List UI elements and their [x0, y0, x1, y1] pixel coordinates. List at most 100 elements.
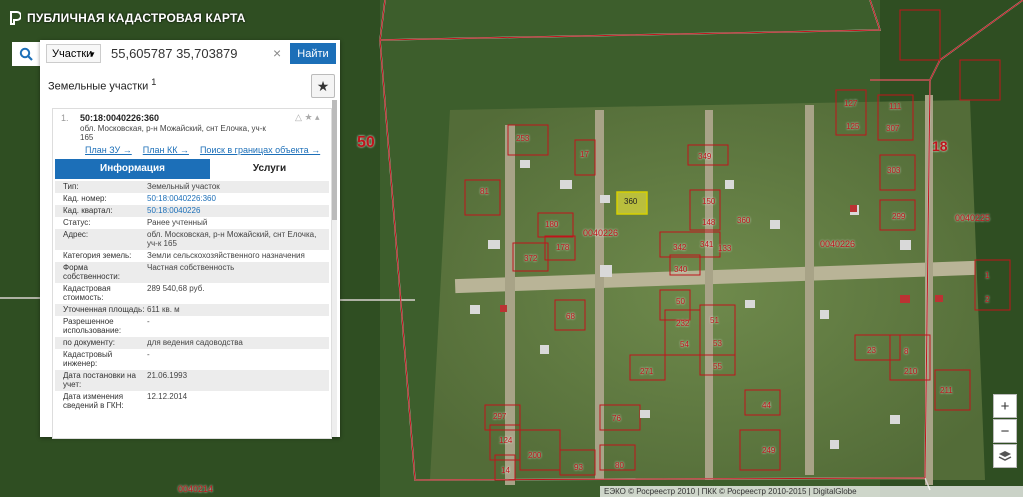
- parcel-number-label[interactable]: 54: [680, 340, 689, 349]
- attribute-value: -: [147, 317, 150, 326]
- section-count: 1: [151, 77, 157, 87]
- parcel-number-label[interactable]: 340: [674, 265, 687, 274]
- more-icon[interactable]: ▴: [315, 112, 320, 122]
- parcel-number-label[interactable]: 53: [713, 339, 722, 348]
- parcel-number-label[interactable]: 297: [493, 412, 506, 421]
- search-in-bounds-link[interactable]: Поиск в границах объекта →: [200, 145, 320, 155]
- favorites-button[interactable]: ★: [311, 74, 335, 98]
- attribute-value: для ведения садоводства: [147, 338, 243, 347]
- zoom-in-button[interactable]: +: [993, 394, 1017, 418]
- parcel-number-label[interactable]: 127: [844, 99, 857, 108]
- logo-icon: [10, 11, 21, 25]
- parcel-number-label[interactable]: 80: [615, 461, 624, 470]
- result-index: 1.: [61, 113, 69, 123]
- parcel-number-label[interactable]: 17: [580, 150, 589, 159]
- parcel-number-label[interactable]: 271: [640, 367, 653, 376]
- attribute-row: Форма собственности: Частная собственност…: [55, 262, 329, 283]
- star-icon[interactable]: ★: [304, 112, 312, 122]
- parcel-number-label[interactable]: 50: [676, 297, 685, 306]
- attribute-key: Статус:: [63, 218, 91, 227]
- parcel-number-label[interactable]: 44: [762, 401, 771, 410]
- parcel-number-label[interactable]: 178: [556, 243, 569, 252]
- attribute-value: Земли сельскохозяйственного назначения: [147, 251, 305, 260]
- search-type-label: Участки: [52, 48, 93, 60]
- parcel-number-label[interactable]: 2: [985, 295, 989, 304]
- attribute-value: Земельный участок: [147, 182, 220, 191]
- parcel-number-label[interactable]: 360: [737, 216, 750, 225]
- parcel-number-label[interactable]: 341: [700, 240, 713, 249]
- selected-parcel-label[interactable]: 360: [624, 197, 637, 206]
- parcel-number-label[interactable]: 303: [887, 166, 900, 175]
- attribute-value: Частная собственность: [147, 263, 235, 272]
- layers-button[interactable]: [993, 444, 1017, 468]
- parcel-number-label[interactable]: 210: [904, 367, 917, 376]
- parcel-number-label[interactable]: 299: [892, 212, 905, 221]
- parcel-number-label[interactable]: 133: [718, 244, 731, 253]
- parcel-number-label[interactable]: 55: [713, 362, 722, 371]
- attribute-row: Дата изменения сведений в ГКН: 12.12.2014: [55, 391, 329, 412]
- attribute-key: Уточненная площадь:: [63, 305, 145, 314]
- parcel-number-label[interactable]: 148: [702, 218, 715, 227]
- tab-services[interactable]: Услуги: [210, 159, 329, 179]
- parcel-number-label[interactable]: 1: [985, 271, 989, 280]
- panel-scrollbar[interactable]: [332, 100, 337, 437]
- attribute-row: Адрес: обл. Московская, р-н Можайский, сн…: [55, 229, 329, 250]
- parcel-number-label[interactable]: 81: [480, 187, 489, 196]
- zoom-out-button[interactable]: −: [993, 419, 1017, 443]
- quarter-label: 0040226: [820, 239, 856, 249]
- attribute-value[interactable]: 50:18:0040226:360: [147, 194, 329, 203]
- attribute-key: Форма собственности:: [63, 263, 120, 281]
- result-card[interactable]: 1. 50:18:0040226:360 обл. Московская, р-…: [52, 108, 332, 439]
- plan-kk-link[interactable]: План КК →: [143, 145, 189, 155]
- parcel-number-label[interactable]: 211: [940, 386, 953, 395]
- parcel-number-label[interactable]: 180: [545, 220, 558, 229]
- attribute-value: -: [147, 350, 150, 359]
- parcel-number-label[interactable]: 342: [673, 243, 686, 252]
- scrollbar-thumb[interactable]: [332, 100, 337, 220]
- attribute-key: Кадастровый инженер:: [63, 350, 113, 368]
- attribute-key: по документу:: [63, 338, 115, 347]
- minus-icon: −: [1000, 422, 1010, 440]
- warning-icon[interactable]: △: [295, 112, 302, 122]
- star-icon: ★: [316, 77, 330, 94]
- parcel-number-label[interactable]: 150: [702, 197, 715, 206]
- attribute-row: по документу: для ведения садоводства: [55, 337, 329, 349]
- parcel-number-label[interactable]: 68: [566, 312, 575, 321]
- parcel-number-label[interactable]: 200: [528, 451, 541, 460]
- parcel-number-label[interactable]: 232: [676, 319, 689, 328]
- attribute-key: Дата изменения сведений в ГКН:: [63, 392, 124, 410]
- parcel-number-label[interactable]: 93: [574, 463, 583, 472]
- parcel-number-label[interactable]: 23: [867, 346, 876, 355]
- find-button[interactable]: Найти: [290, 43, 336, 64]
- search-type-select[interactable]: Участки ▼: [46, 44, 101, 63]
- parcel-number-label[interactable]: 51: [710, 316, 719, 325]
- parcel-number-label[interactable]: 349: [698, 152, 711, 161]
- plan-zu-link[interactable]: План ЗУ →: [85, 145, 132, 155]
- attribute-value[interactable]: 50:18:0040226: [147, 206, 329, 215]
- result-cad-number[interactable]: 50:18:0040226:360: [80, 113, 159, 123]
- parcel-number-label[interactable]: 14: [501, 466, 510, 475]
- search-toggle-button[interactable]: [12, 42, 40, 66]
- layers-icon: [998, 451, 1012, 461]
- parcel-number-label[interactable]: 76: [612, 414, 621, 423]
- chevron-down-icon: ▼: [88, 50, 96, 59]
- parcel-number-label[interactable]: 125: [846, 122, 859, 131]
- section-title-text: Земельные участки: [48, 80, 149, 93]
- parcel-number-label[interactable]: 372: [524, 254, 537, 263]
- attribute-key: Кад. номер:: [63, 194, 107, 203]
- attribute-row: Статус: Ранее учтенный: [55, 217, 329, 229]
- parcel-number-label[interactable]: 253: [516, 134, 529, 143]
- parcel-number-label[interactable]: 124: [499, 436, 512, 445]
- parcel-number-label[interactable]: 307: [886, 124, 899, 133]
- app-title: ПУБЛИЧНАЯ КАДАСТРОВАЯ КАРТА: [27, 11, 246, 25]
- attribute-value: Ранее учтенный: [147, 218, 208, 227]
- region-label: 50: [357, 134, 375, 151]
- tab-info[interactable]: Информация: [55, 159, 210, 179]
- parcel-number-label[interactable]: 249: [762, 446, 775, 455]
- parcel-number-label[interactable]: 8: [904, 347, 908, 356]
- search-input[interactable]: [106, 44, 286, 63]
- brand[interactable]: ПУБЛИЧНАЯ КАДАСТРОВАЯ КАРТА: [10, 11, 246, 25]
- parcel-number-label[interactable]: 111: [889, 102, 901, 111]
- clear-icon[interactable]: ×: [273, 45, 281, 61]
- attribute-value: 611 кв. м: [147, 305, 180, 314]
